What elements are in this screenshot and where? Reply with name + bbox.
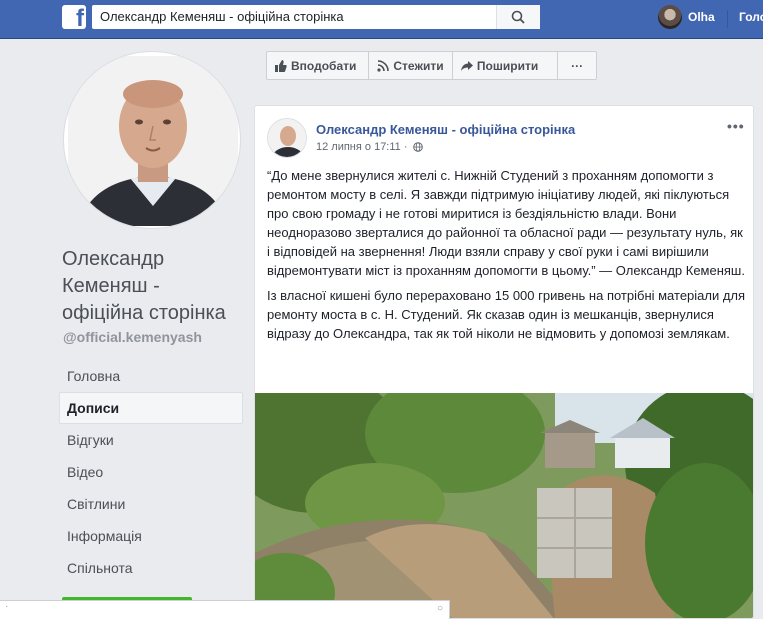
nav-item-reviews[interactable]: Відгуки	[59, 424, 243, 456]
follow-page-button[interactable]: Стежити	[369, 52, 453, 79]
profile-photo-illustration	[68, 56, 238, 226]
user-name-link[interactable]: Olha	[688, 10, 715, 24]
page-title[interactable]: Олександр Кеменяш - офіційна сторінка	[62, 246, 242, 327]
facebook-logo-icon[interactable]: f	[62, 5, 86, 29]
top-navigation-bar: f Олександр Кеменяш - офіційна сторінка …	[0, 0, 763, 39]
user-avatar[interactable]	[658, 5, 682, 29]
post-photo[interactable]	[255, 393, 754, 619]
home-link[interactable]: Головна	[739, 10, 763, 24]
search-icon	[511, 10, 525, 24]
share-button-label: Поширити	[476, 58, 539, 73]
topbar-divider	[727, 10, 728, 28]
post-author-name[interactable]: Олександр Кеменяш - офіційна сторінка	[316, 122, 575, 137]
post-paragraph: Із власної кишені було перераховано 15 0…	[267, 288, 746, 341]
post-author-avatar[interactable]	[267, 118, 307, 158]
close-icon[interactable]: ○	[437, 603, 443, 614]
share-arrow-icon	[460, 60, 473, 71]
share-page-button[interactable]: Поширити	[453, 52, 559, 79]
post-avatar-illustration	[268, 119, 306, 157]
nav-item-community[interactable]: Спільнота	[59, 552, 243, 584]
like-button-label: Вподобати	[291, 58, 357, 73]
more-actions-icon: ···	[571, 58, 584, 73]
nav-item-posts[interactable]: Дописи	[59, 392, 243, 424]
page-profile-picture[interactable]	[63, 51, 241, 229]
page-action-bar: Вподобати Стежити Поширити ···	[266, 51, 597, 80]
nav-item-videos[interactable]: Відео	[59, 456, 243, 488]
post-card: Олександр Кеменяш - офіційна сторінка 12…	[254, 105, 754, 619]
bottom-status-strip: · ○	[0, 600, 450, 619]
facebook-logo-letter: f	[76, 5, 84, 29]
nav-item-about[interactable]: Інформація	[59, 520, 243, 552]
post-body: “До мене звернулися жителі с. Нижній Сту…	[267, 166, 749, 349]
more-actions-button[interactable]: ···	[558, 52, 596, 79]
page-navigation: Головна Дописи Відгуки Відео Світлини Ін…	[59, 360, 243, 584]
follow-button-label: Стежити	[393, 58, 444, 73]
nav-item-photos[interactable]: Світлини	[59, 488, 243, 520]
post-timestamp[interactable]: 12 липня о 17:11 ·	[316, 141, 423, 153]
like-page-button[interactable]: Вподобати	[267, 52, 370, 79]
thumbs-up-icon	[275, 59, 287, 72]
search-button[interactable]	[496, 5, 540, 29]
globe-icon	[412, 142, 423, 152]
search-input[interactable]: Олександр Кеменяш - офіційна сторінка	[92, 5, 540, 29]
rss-follow-icon	[377, 59, 390, 72]
page-handle[interactable]: @official.kemenyash	[63, 329, 202, 345]
post-paragraph: “До мене звернулися жителі с. Нижній Сту…	[267, 168, 745, 278]
nav-item-home[interactable]: Головна	[59, 360, 243, 392]
status-dots: ·	[5, 601, 12, 612]
post-time-text: 12 липня о 17:11 ·	[316, 141, 408, 153]
post-options-button[interactable]: •••	[727, 118, 745, 134]
